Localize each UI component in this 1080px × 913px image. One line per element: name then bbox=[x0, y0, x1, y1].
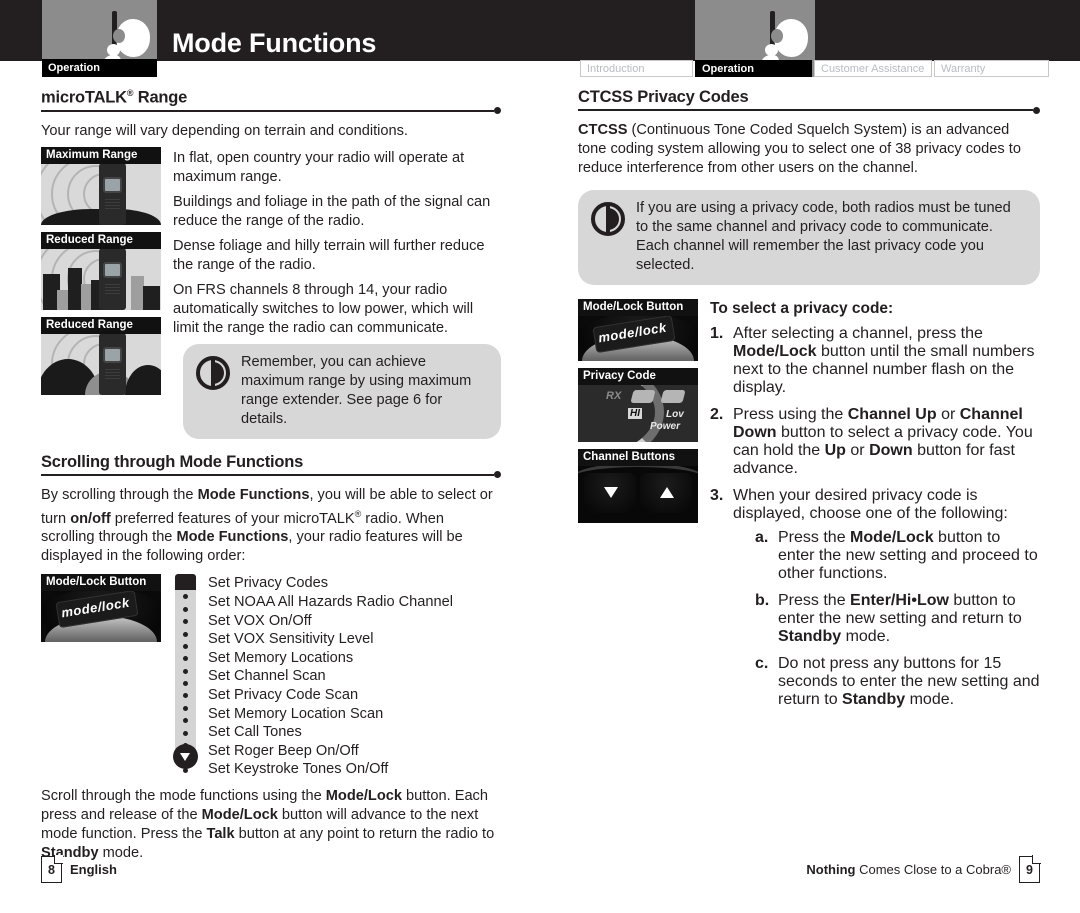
figure-channel-buttons: Channel Buttons bbox=[578, 449, 698, 523]
figure-caption: Maximum Range bbox=[41, 146, 161, 164]
figure-caption: Reduced Range bbox=[41, 316, 161, 334]
step-row: 1. After selecting a channel, press the M… bbox=[710, 325, 1040, 397]
tab-operation[interactable]: Operation bbox=[695, 60, 812, 77]
mode-function-item: Set Privacy Codes bbox=[208, 575, 329, 592]
tab-customer-assistance[interactable]: Customer Assistance bbox=[814, 60, 932, 77]
page-number-left: 8 bbox=[41, 856, 62, 883]
mode-function-item: Set VOX Sensitivity Level bbox=[208, 631, 374, 648]
substep-letter: c. bbox=[755, 655, 769, 672]
note-callout-ctcss: If you are using a privacy code, both ra… bbox=[578, 190, 1040, 285]
left-column: microTALK® Range Your range will vary de… bbox=[41, 88, 501, 863]
figure-maximum-range: Maximum Range bbox=[41, 146, 161, 225]
privacy-fig-rx: RX bbox=[606, 390, 622, 402]
right-column: CTCSS Privacy Codes CTCSS (Continuous To… bbox=[578, 88, 1040, 727]
step-number: 2. bbox=[710, 406, 724, 423]
substep-text: Press the Enter/Hi•Low button to enter t… bbox=[778, 592, 1022, 645]
figure-mode-lock-button-left: mode/lock Mode/Lock Button bbox=[41, 574, 161, 643]
range-para-2: Buildings and foliage in the path of the… bbox=[173, 193, 491, 229]
header-bar bbox=[0, 0, 1080, 61]
scroll-thumb[interactable] bbox=[175, 574, 196, 591]
substep-row: c. Do not press any buttons for 15 second… bbox=[755, 655, 1040, 709]
substep-letter: b. bbox=[755, 592, 770, 609]
step-number: 1. bbox=[710, 325, 724, 342]
substep-row: a. Press the Mode/Lock button to enter th… bbox=[755, 529, 1040, 583]
figure-reduced-range-hills: Reduced Range bbox=[41, 316, 161, 395]
scrolling-outro-text: Scroll through the mode functions using … bbox=[41, 787, 495, 861]
figure-reduced-range-city: Reduced Range bbox=[41, 231, 161, 310]
substep-text: Do not press any buttons for 15 seconds … bbox=[778, 655, 1040, 708]
ctcss-intro-text: CTCSS (Continuous Tone Coded Squelch Sys… bbox=[578, 122, 1021, 176]
manual-page: Operation Mode Functions Introduction Op… bbox=[0, 0, 1080, 913]
figure-caption: Mode/Lock Button bbox=[41, 574, 161, 592]
privacy-fig-power: Power bbox=[650, 421, 681, 432]
mode-function-item: Set Privacy Code Scan bbox=[208, 686, 359, 703]
mode-functions-list-block: Set Privacy Codes Set NOAA All Hazards Ra… bbox=[173, 574, 453, 779]
range-intro-text: Your range will vary depending on terrai… bbox=[41, 122, 408, 139]
substep-text: Press the Mode/Lock button to enter the … bbox=[778, 529, 1038, 582]
substep-list: a. Press the Mode/Lock button to enter th… bbox=[755, 529, 1040, 709]
figure-caption: Channel Buttons bbox=[578, 449, 698, 466]
page-title: Mode Functions bbox=[172, 28, 377, 58]
footer-tagline: Nothing Comes Close to a Cobra® bbox=[806, 862, 1011, 877]
mode-function-item: Set Call Tones bbox=[208, 724, 302, 741]
section-tag-operation-left: Operation bbox=[42, 59, 157, 77]
privacy-fig-hi: HI bbox=[628, 408, 642, 419]
mode-function-item: Set Roger Beep On/Off bbox=[208, 742, 359, 759]
step-row: 2. Press using the Channel Up or Channel … bbox=[710, 406, 1040, 478]
page-footer: 8 English Nothing Comes Close to a Cobra… bbox=[41, 856, 1040, 886]
step-text: Press using the Channel Up or Channel Do… bbox=[733, 406, 1033, 477]
mode-function-item: Set Memory Locations bbox=[208, 649, 354, 666]
footer-tagline-rest: Comes Close to a Cobra® bbox=[855, 862, 1011, 877]
footer-tagline-bold: Nothing bbox=[806, 862, 856, 877]
mode-function-item: Set NOAA All Hazards Radio Channel bbox=[208, 593, 453, 610]
scrolling-intro-text: By scrolling through the Mode Functions,… bbox=[41, 486, 493, 565]
range-para-4: On FRS channels 8 through 14, your radio… bbox=[173, 281, 474, 336]
subheading-select-privacy-code: To select a privacy code: bbox=[710, 300, 894, 317]
note-callout-range: Remember, you can achieve maximum range … bbox=[183, 343, 501, 439]
privacy-code-steps: 1. After selecting a channel, press the M… bbox=[710, 325, 1040, 718]
heading-ctcss-privacy-codes: CTCSS Privacy Codes bbox=[578, 88, 749, 106]
privacy-fig-low: Lov bbox=[666, 409, 684, 420]
footer-right: Nothing Comes Close to a Cobra® 9 bbox=[806, 856, 1040, 883]
section-tab-bar[interactable]: Introduction Operation Customer Assistan… bbox=[580, 60, 1049, 77]
mode-function-item: Set Channel Scan bbox=[208, 668, 326, 685]
heading-rule bbox=[578, 106, 1040, 118]
note-info-icon bbox=[195, 355, 231, 391]
footer-left: 8 English bbox=[41, 856, 117, 883]
note-text: If you are using a privacy code, both ra… bbox=[636, 200, 1011, 273]
substep-row: b. Press the Enter/Hi•Low button to enter… bbox=[755, 592, 1040, 646]
mode-function-item: Set VOX On/Off bbox=[208, 612, 312, 629]
heading-rule bbox=[41, 471, 501, 483]
range-para-1: In flat, open country your radio will op… bbox=[173, 149, 465, 185]
step-row: 3. When your desired privacy code is disp… bbox=[710, 487, 1040, 718]
substep-letter: a. bbox=[755, 529, 769, 546]
figure-caption: Reduced Range bbox=[41, 231, 161, 249]
figure-privacy-code: RX HI Lov Power Privacy Code bbox=[578, 368, 698, 442]
heading-rule bbox=[41, 107, 501, 119]
step-text: After selecting a channel, press the Mod… bbox=[733, 325, 1035, 396]
note-text: Remember, you can achieve maximum range … bbox=[241, 353, 472, 427]
mode-functions-list: Set Privacy Codes Set NOAA All Hazards Ra… bbox=[208, 574, 453, 779]
figure-mode-lock-button-right: mode/lock Mode/Lock Button bbox=[578, 299, 698, 361]
tab-warranty[interactable]: Warranty bbox=[934, 60, 1049, 77]
radio-illustration bbox=[99, 232, 126, 310]
figure-caption: Mode/Lock Button bbox=[578, 299, 698, 316]
page-number-right: 9 bbox=[1019, 856, 1040, 883]
note-info-icon bbox=[590, 201, 626, 237]
tab-introduction[interactable]: Introduction bbox=[580, 60, 693, 77]
radio-illustration bbox=[99, 147, 126, 225]
channel-down-arrow-icon bbox=[604, 487, 618, 498]
radio-illustration bbox=[99, 317, 126, 395]
step-text: When your desired privacy code is displa… bbox=[733, 487, 1040, 709]
mode-scroll-indicator[interactable] bbox=[173, 574, 198, 773]
heading-microtalk-range: microTALK® Range bbox=[41, 88, 188, 107]
footer-language-label: English bbox=[70, 862, 117, 877]
range-para-3: Dense foliage and hilly terrain will fur… bbox=[173, 237, 485, 273]
heading-scrolling-mode-functions: Scrolling through Mode Functions bbox=[41, 452, 304, 471]
channel-up-arrow-icon bbox=[660, 487, 674, 498]
mode-function-item: Set Memory Location Scan bbox=[208, 705, 384, 722]
mode-function-item: Set Keystroke Tones On/Off bbox=[208, 761, 389, 778]
step-number: 3. bbox=[710, 487, 724, 504]
figure-caption: Privacy Code bbox=[578, 368, 698, 385]
